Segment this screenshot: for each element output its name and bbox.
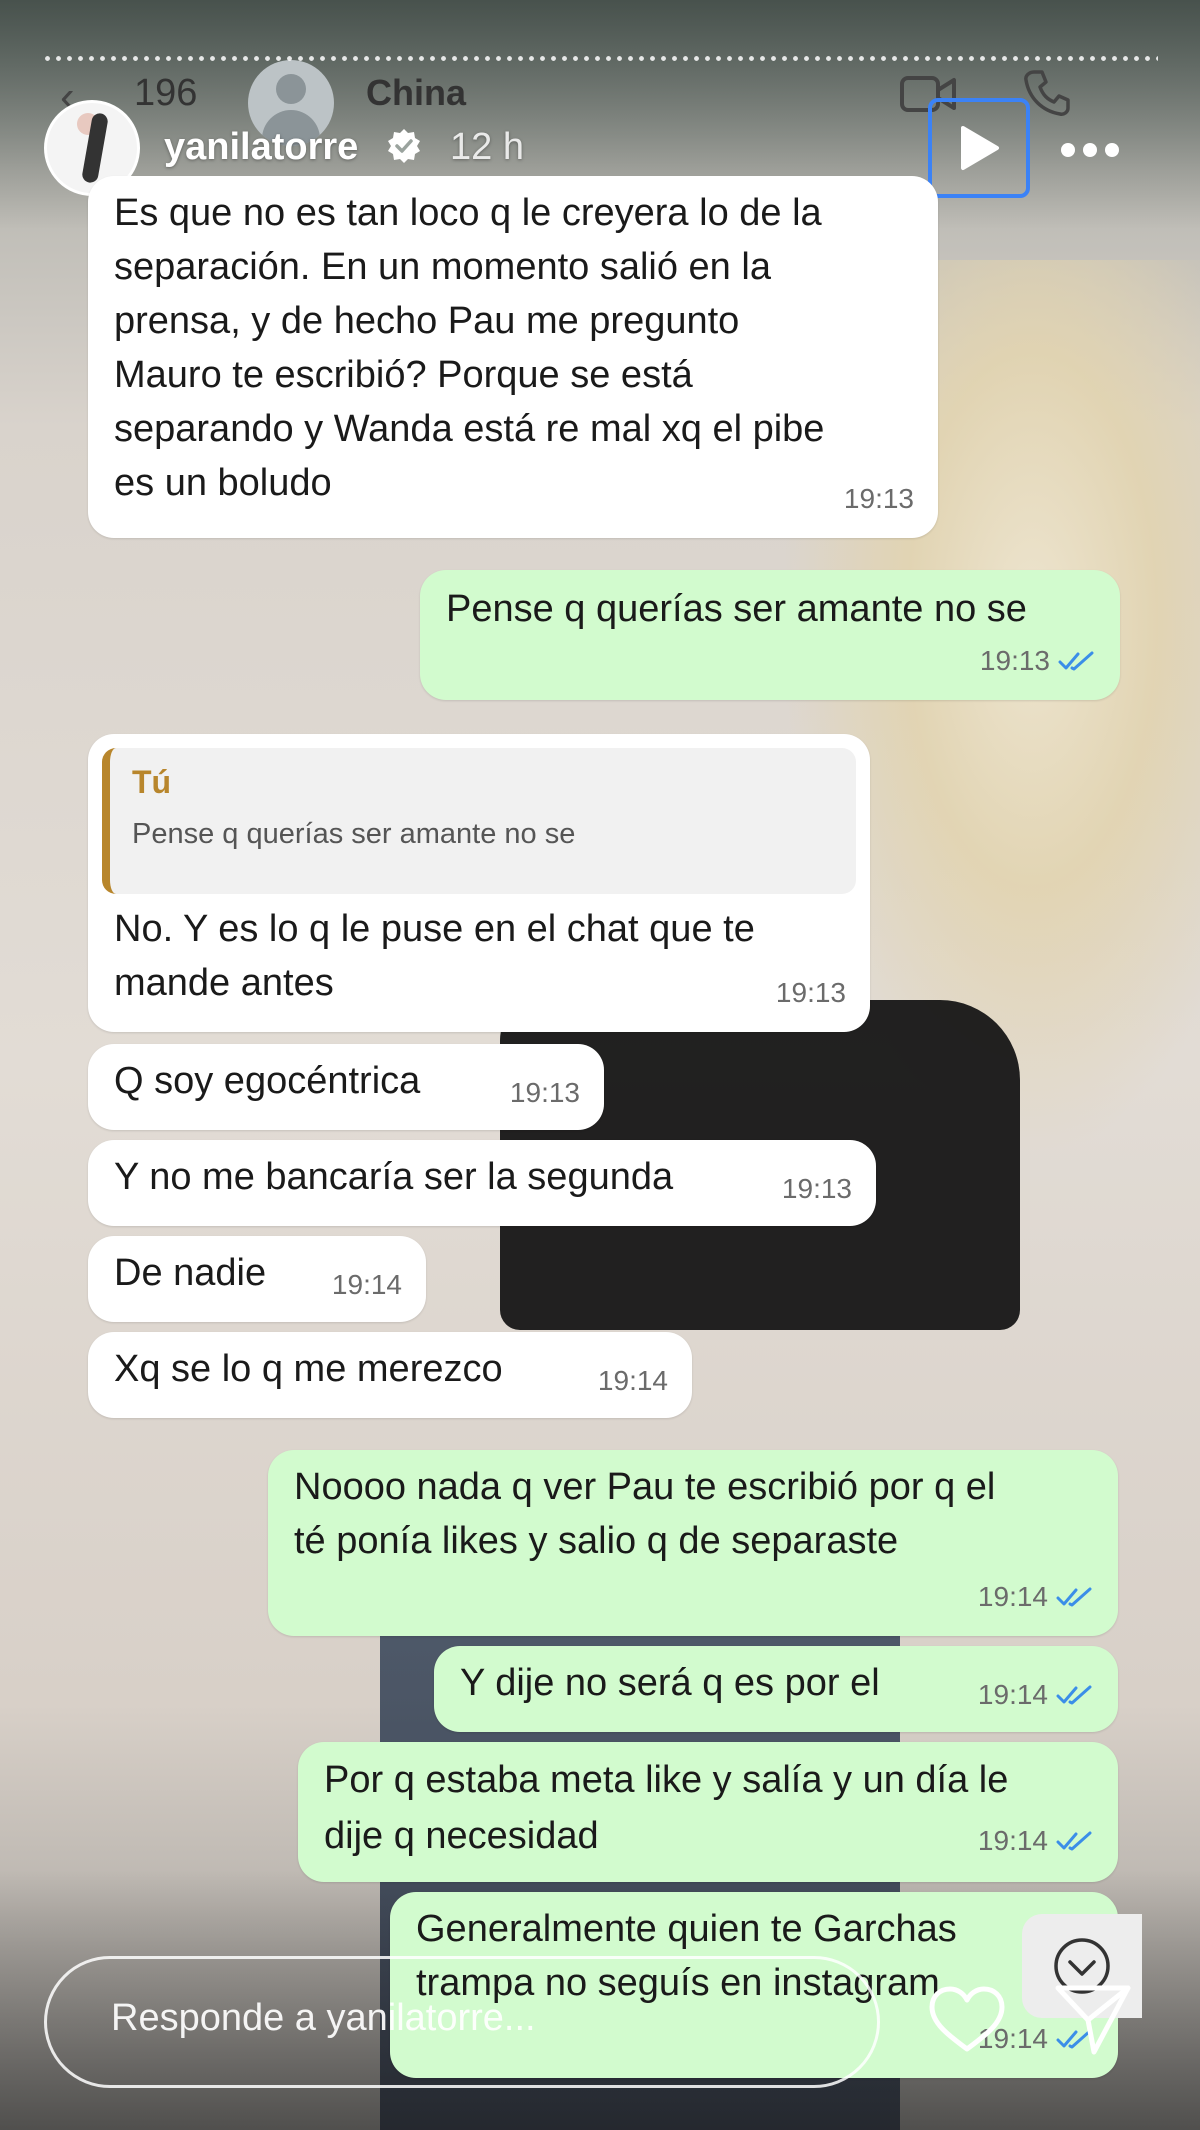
message-time: 19:14 <box>977 1825 1048 1856</box>
message-bubble-in-reply: Tú Pense q querías ser amante no se No. … <box>88 734 870 1032</box>
story-username[interactable]: yanilatorre <box>164 126 358 169</box>
contact-name: China <box>366 72 467 113</box>
message-text: Es que no es tan loco q le creyera lo de… <box>114 192 825 504</box>
message-time: 19:13 <box>979 645 1050 676</box>
message-text: Xq se lo q me merezco <box>114 1348 503 1390</box>
message-text: Pense q querías ser amante no se <box>446 588 1027 630</box>
message-time: 19:13 <box>775 977 846 1008</box>
message-meta: 19:14 <box>332 1258 402 1312</box>
message-bubble-out: Por q estaba meta like y salía y un día … <box>298 1742 1118 1882</box>
quoted-author: Tú <box>132 764 172 800</box>
message-meta: 19:14 <box>978 1570 1094 1624</box>
double-check-icon <box>1056 1831 1092 1851</box>
message-meta: 19:14 <box>978 1814 1094 1868</box>
message-time: 19:14 <box>977 1679 1048 1710</box>
message-meta: 19:13 <box>844 472 914 526</box>
play-button[interactable] <box>928 98 1030 198</box>
verified-badge-icon <box>388 129 420 163</box>
message-text: Noooo nada q ver Pau te escribió por q e… <box>294 1466 996 1562</box>
message-text: Q soy egocéntrica <box>114 1060 421 1102</box>
heart-icon[interactable] <box>928 1985 1006 2055</box>
message-time: 19:14 <box>977 1581 1048 1612</box>
message-meta: 19:13 <box>782 1162 852 1216</box>
message-meta: 19:14 <box>978 1668 1094 1722</box>
message-bubble-in: Y no me bancaría ser la segunda 19:13 <box>88 1140 876 1226</box>
reply-placeholder: Responde a yanilatorre... <box>111 1997 536 2039</box>
message-bubble-in: De nadie 19:14 <box>88 1236 426 1322</box>
unread-count: 196 <box>134 72 198 114</box>
message-bubble-in: Xq se lo q me merezco 19:14 <box>88 1332 692 1418</box>
message-bubble-in: Es que no es tan loco q le creyera lo de… <box>88 176 938 538</box>
double-check-icon <box>1058 651 1094 671</box>
reply-input[interactable]: Responde a yanilatorre... <box>44 1956 880 2088</box>
play-icon <box>961 126 999 170</box>
message-meta: 19:14 <box>598 1354 668 1408</box>
message-time: 19:13 <box>843 483 914 514</box>
message-text: No. Y es lo q le puse en el chat que te … <box>114 908 755 1004</box>
message-meta: 19:13 <box>776 966 846 1020</box>
message-bubble-out: Y dije no será q es por el 19:14 <box>434 1646 1118 1732</box>
more-options-icon[interactable] <box>1054 130 1126 170</box>
story-progress-bar <box>42 56 1158 61</box>
quoted-text: Pense q querías ser amante no se <box>132 818 576 850</box>
double-check-icon <box>1056 1587 1092 1607</box>
message-text: Y no me bancaría ser la segunda <box>114 1156 674 1198</box>
story-time-ago: 12 h <box>450 126 524 168</box>
message-bubble-out: Noooo nada q ver Pau te escribió por q e… <box>268 1450 1118 1636</box>
message-text: Por q estaba meta like y salía y un día … <box>324 1759 1009 1857</box>
double-check-icon <box>1056 1685 1092 1705</box>
message-bubble-out: Pense q querías ser amante no se 19:13 <box>420 570 1120 700</box>
message-time: 19:13 <box>509 1077 580 1108</box>
story-viewer: ‹ 196 China yanilatorre 12 h Es que no e… <box>0 0 1200 2130</box>
send-icon[interactable] <box>1054 1982 1132 2056</box>
chat-screenshot-header: ‹ 196 China <box>60 60 1080 146</box>
quoted-message[interactable]: Tú Pense q querías ser amante no se <box>102 748 856 894</box>
message-meta: 19:13 <box>510 1066 580 1120</box>
message-bubble-in: Q soy egocéntrica 19:13 <box>88 1044 604 1130</box>
message-meta: 19:13 <box>980 634 1096 688</box>
message-time: 19:13 <box>781 1173 852 1204</box>
message-time: 19:14 <box>597 1365 668 1396</box>
message-time: 19:14 <box>331 1269 402 1300</box>
